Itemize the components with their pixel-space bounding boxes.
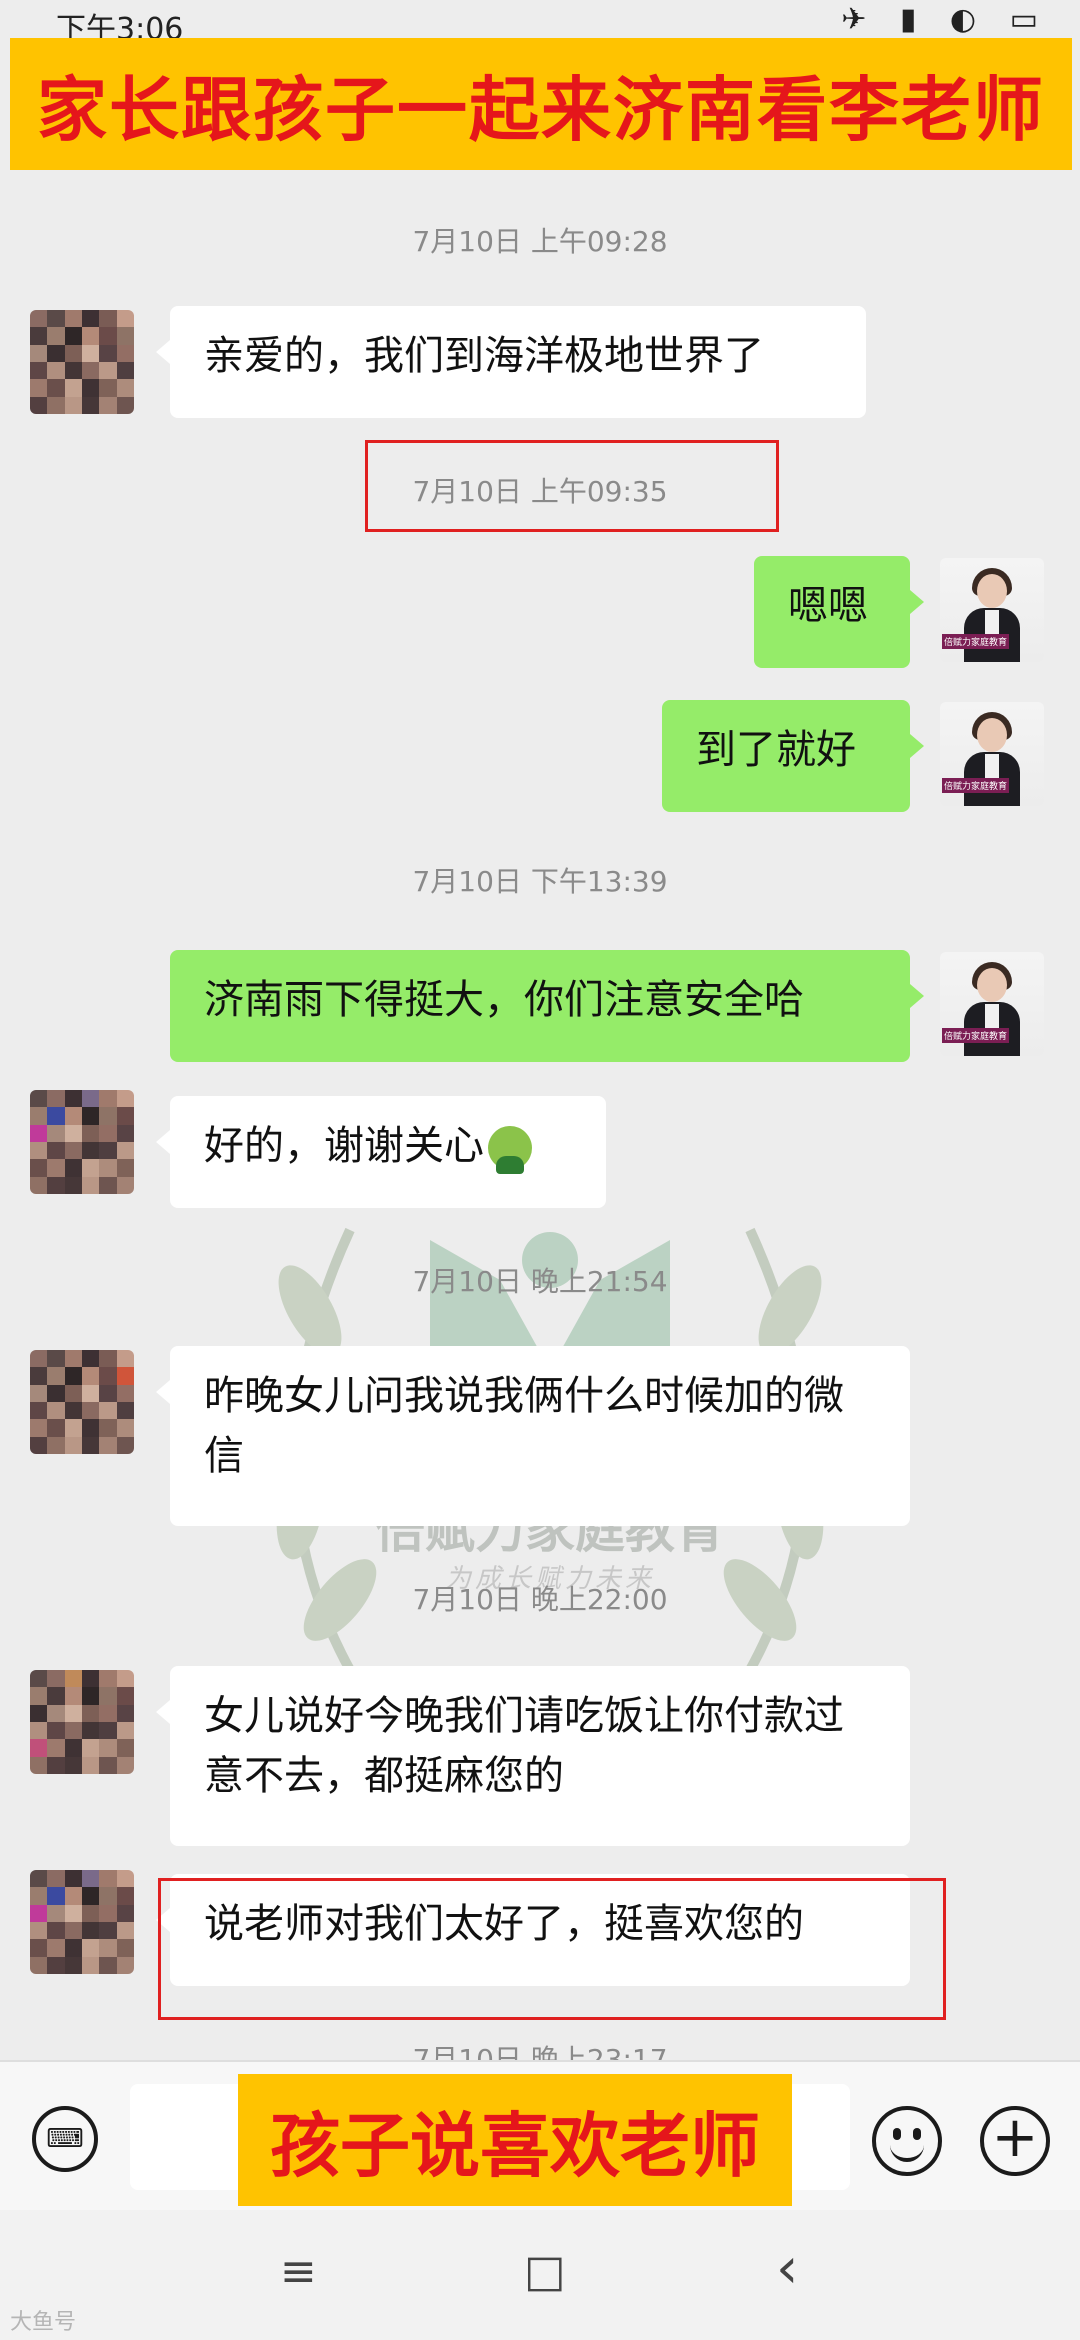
avatar-caption: 倍赋力家庭教育 [942,778,1010,793]
status-bar: 下午3:06 ✈ ▮ ◐ ▭ [0,0,1080,47]
navigation-bar: ≡ □ ‹ [0,2210,1080,2340]
contact-avatar[interactable] [30,1090,134,1194]
status-icons: ✈ ▮ ◐ ▭ [841,2,1050,37]
contact-avatar[interactable] [30,1670,134,1774]
menu-icon[interactable]: ≡ [280,2246,317,2297]
timestamp: 7月10日 上午09:28 [412,225,668,258]
credit-watermark: 大鱼号 [10,2310,77,2335]
back-icon[interactable]: ‹ [776,2236,798,2301]
message-bubble-incoming[interactable]: 昨晚女儿问我说我俩什么时候加的微信 [156,1346,910,1526]
hug-emoji-icon [488,1126,532,1174]
home-icon[interactable]: □ [524,2246,566,2297]
message-bubble-incoming[interactable]: 亲爱的，我们到海洋极地世界了 [156,306,866,418]
contact-avatar[interactable] [30,1350,134,1454]
emoji-icon[interactable] [872,2106,942,2176]
message-bubble-incoming[interactable]: 女儿说好今晚我们请吃饭让你付款过意不去，都挺麻您的 [156,1666,910,1846]
timestamp: 7月10日 下午13:39 [412,865,668,898]
top-banner: 家长跟孩子一起来济南看李老师 [10,38,1072,170]
timestamp: 7月10日 上午09:35 [412,475,668,508]
plus-icon[interactable]: + [980,2106,1050,2176]
bottom-banner: 孩子说喜欢老师 [238,2074,792,2206]
avatar-caption: 倍赋力家庭教育 [942,634,1010,649]
top-banner-text: 家长跟孩子一起来济南看李老师 [37,68,1045,151]
chat-area[interactable]: 倍赋力家庭教育 为成长赋力未来 7月10日 上午09:28 亲爱的，我们到海洋极… [0,180,1080,2076]
message-bubble-outgoing[interactable]: 嗯嗯 [754,556,924,668]
message-text: 好的，谢谢关心 [204,1123,484,1169]
teacher-avatar[interactable]: 倍赋力家庭教育 [940,702,1044,806]
bottom-banner-text: 孩子说喜欢老师 [270,2104,760,2187]
highlight-box [158,1878,946,2020]
contact-avatar[interactable] [30,310,134,414]
keyboard-icon[interactable]: ⌨ [32,2106,98,2172]
teacher-avatar[interactable]: 倍赋力家庭教育 [940,558,1044,662]
teacher-avatar[interactable]: 倍赋力家庭教育 [940,952,1044,1056]
avatar-caption: 倍赋力家庭教育 [942,1028,1010,1043]
message-bubble-outgoing[interactable]: 济南雨下得挺大，你们注意安全哈 [170,950,924,1062]
message-bubble-incoming[interactable]: 好的，谢谢关心 [156,1096,606,1208]
timestamp: 7月10日 晚上21:54 [412,1265,668,1298]
contact-avatar[interactable] [30,1870,134,1974]
message-bubble-outgoing[interactable]: 到了就好 [662,700,924,812]
timestamp: 7月10日 晚上22:00 [412,1583,668,1616]
